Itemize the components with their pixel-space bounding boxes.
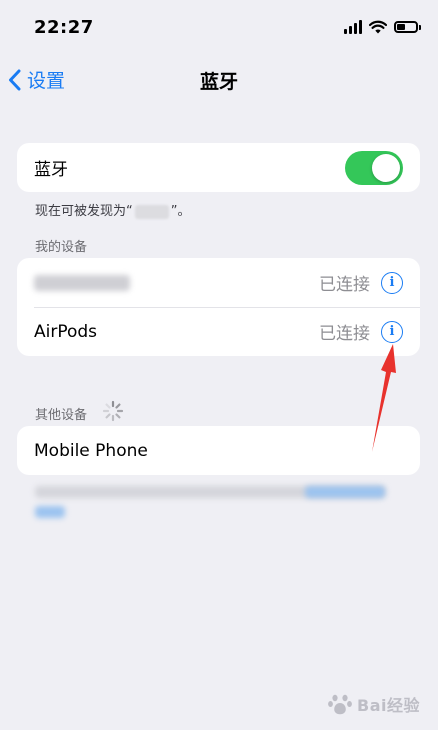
watermark: Bai经验 — [327, 692, 420, 716]
loading-spinner-icon — [102, 400, 124, 422]
discoverable-prefix: 现在可被发现为“ — [35, 204, 133, 219]
info-icon[interactable]: i — [381, 320, 403, 343]
status-bar: 22:27 — [0, 0, 438, 58]
device-name-redacted — [134, 204, 169, 219]
battery-icon — [394, 21, 421, 33]
device-status: 已连接 — [319, 275, 370, 295]
device-status: 已连接 — [319, 324, 370, 344]
device-name: AirPods — [34, 321, 98, 342]
signal-icon — [344, 20, 362, 34]
page-title: 蓝牙 — [199, 71, 238, 93]
bluetooth-row: 蓝牙 — [17, 143, 420, 192]
status-time: 22:27 — [34, 17, 94, 38]
discoverable-note: 现在可被发现为“ ”。 — [35, 200, 191, 219]
device-row-1[interactable]: 已连接 i — [17, 258, 420, 307]
status-icons — [344, 20, 421, 34]
info-icon[interactable]: i — [381, 271, 403, 294]
my-devices-header: 我的设备 — [35, 240, 88, 255]
device-name-redacted — [34, 274, 130, 291]
watermark-text: Bai经验 — [357, 696, 420, 715]
annotation-arrow-icon — [372, 344, 396, 452]
other-device-row[interactable]: Mobile Phone — [17, 426, 420, 475]
discoverable-suffix: ”。 — [170, 204, 191, 219]
other-devices-card: Mobile Phone — [17, 426, 420, 475]
wifi-icon — [369, 20, 387, 34]
other-device-name: Mobile Phone — [34, 440, 148, 461]
bluetooth-label: 蓝牙 — [34, 160, 68, 180]
redacted-footer-text — [35, 486, 385, 520]
bluetooth-toggle[interactable] — [345, 151, 403, 185]
other-devices-header: 其他设备 — [35, 408, 88, 423]
paw-logo-icon — [328, 694, 352, 715]
toggle-knob — [372, 154, 400, 182]
bluetooth-toggle-card: 蓝牙 — [17, 143, 420, 192]
device-row-airpods[interactable]: AirPods 已连接 i — [17, 307, 420, 356]
my-devices-card: 已连接 i AirPods 已连接 i — [17, 258, 420, 356]
navigation-bar: 设置 蓝牙 — [0, 58, 438, 102]
